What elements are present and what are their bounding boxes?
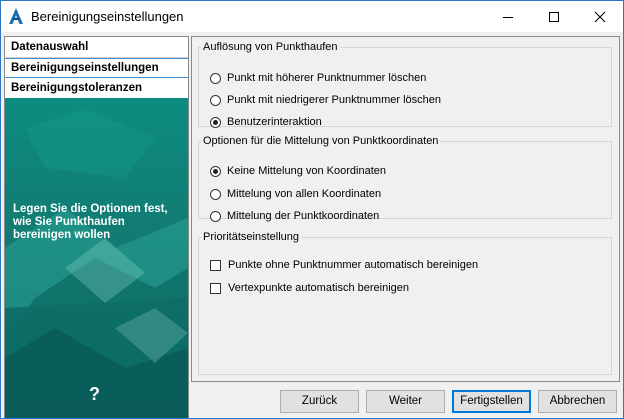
radio-label: Mittelung der Punktkoordinaten xyxy=(227,210,380,222)
nav-item-cleanup-settings[interactable]: Bereinigungseinstellungen xyxy=(5,58,188,78)
nav-item-cleanup-tolerances[interactable]: Bereinigungstoleranzen xyxy=(5,78,188,98)
wizard-navigation: Datenauswahl Bereinigungseinstellungen B… xyxy=(4,36,189,418)
radio-user-interaction[interactable]: Benutzerinteraktion xyxy=(210,114,322,130)
resolution-group: Auflösung von Punkthaufen Punkt mit höhe… xyxy=(198,41,612,130)
cancel-button[interactable]: Abbrechen xyxy=(538,390,617,413)
dialog-window: Bereinigungseinstellungen Datenauswahl B… xyxy=(0,0,624,419)
autodesk-a-icon xyxy=(8,7,24,25)
close-icon xyxy=(594,11,606,23)
radio-no-averaging[interactable]: Keine Mittelung von Koordinaten xyxy=(210,163,386,179)
radio-circle[interactable] xyxy=(210,188,221,200)
instruction-text: Legen Sie die Optionen fest, wie Sie Pun… xyxy=(13,203,168,241)
checkbox-label: Vertexpunkte automatisch bereinigen xyxy=(228,282,410,294)
resolution-group-title: Auflösung von Punkthaufen xyxy=(203,41,338,53)
maximize-icon xyxy=(549,12,559,22)
priority-group-title: Prioritätseinstellung xyxy=(203,231,299,243)
radio-circle-selected[interactable] xyxy=(210,165,221,177)
radio-label: Punkt mit niedrigerer Punktnummer lösche… xyxy=(227,94,441,106)
averaging-group-title: Optionen für die Mittelung von Punktkoor… xyxy=(203,135,439,147)
minimize-button[interactable] xyxy=(485,1,531,32)
radio-label: Mittelung von allen Koordinaten xyxy=(227,188,382,200)
settings-panel: Auflösung von Punkthaufen Punkt mit höhe… xyxy=(191,36,620,382)
averaging-group: Optionen für die Mittelung von Punktkoor… xyxy=(198,135,612,222)
radio-label: Punkt mit höherer Punktnummer löschen xyxy=(227,72,427,84)
title-bar[interactable]: Bereinigungseinstellungen xyxy=(1,1,623,32)
radio-label: Keine Mittelung von Koordinaten xyxy=(227,165,386,177)
back-button[interactable]: Zurück xyxy=(280,390,359,413)
radio-circle[interactable] xyxy=(210,72,221,84)
radio-delete-lower-number[interactable]: Punkt mit niedrigerer Punktnummer lösche… xyxy=(210,92,441,108)
radio-average-all[interactable]: Mittelung von allen Koordinaten xyxy=(210,186,381,202)
close-button[interactable] xyxy=(577,1,623,32)
radio-label: Benutzerinteraktion xyxy=(227,116,322,128)
banner-image: Legen Sie die Optionen fest, wie Sie Pun… xyxy=(5,98,188,418)
checkbox-box[interactable] xyxy=(210,259,221,271)
radio-delete-higher-number[interactable]: Punkt mit höherer Punktnummer löschen xyxy=(210,70,426,86)
checkbox-clean-without-number[interactable]: Punkte ohne Punktnummer automatisch bere… xyxy=(210,257,478,273)
radio-circle[interactable] xyxy=(210,94,221,106)
window-title: Bereinigungseinstellungen xyxy=(31,9,184,24)
finish-button[interactable]: Fertigstellen xyxy=(452,390,531,413)
checkbox-clean-vertex-points[interactable]: Vertexpunkte automatisch bereinigen xyxy=(210,280,409,296)
maximize-button[interactable] xyxy=(531,1,577,32)
nav-item-data-selection[interactable]: Datenauswahl xyxy=(5,37,188,57)
help-icon[interactable]: ? xyxy=(89,384,100,405)
minimize-icon xyxy=(503,17,513,18)
checkbox-label: Punkte ohne Punktnummer automatisch bere… xyxy=(228,259,479,271)
next-button[interactable]: Weiter xyxy=(366,390,445,413)
radio-average-point-coordinates[interactable]: Mittelung der Punktkoordinaten xyxy=(210,208,379,224)
checkbox-box[interactable] xyxy=(210,282,221,294)
priority-group: Prioritätseinstellung Punkte ohne Punktn… xyxy=(198,231,612,375)
radio-circle-selected[interactable] xyxy=(210,116,221,128)
radio-circle[interactable] xyxy=(210,210,221,222)
